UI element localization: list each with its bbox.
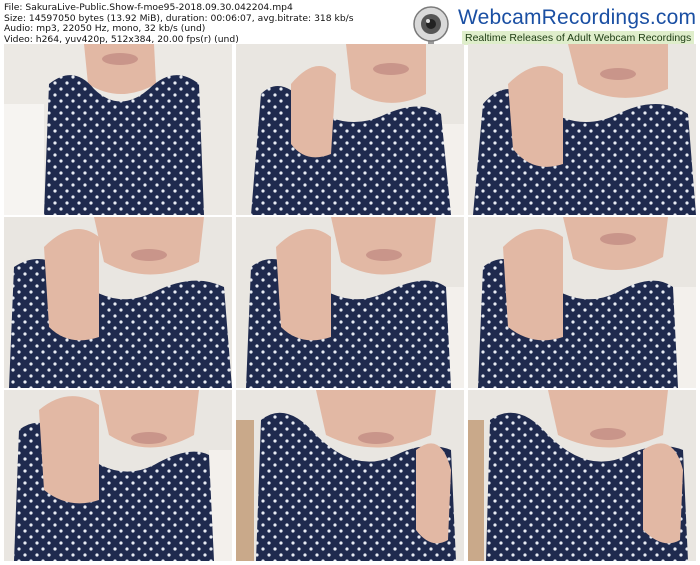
video-thumbnail [236, 217, 464, 388]
video-thumbnail [4, 44, 232, 215]
video-thumbnail [468, 217, 696, 388]
video-thumbnail [236, 44, 464, 215]
video-thumbnail [4, 390, 232, 561]
video-thumbnail [4, 217, 232, 388]
video-thumbnail [468, 44, 696, 215]
thumbnail-grid [0, 0, 700, 565]
video-thumbnail [468, 390, 696, 561]
video-thumbnail [236, 390, 464, 561]
